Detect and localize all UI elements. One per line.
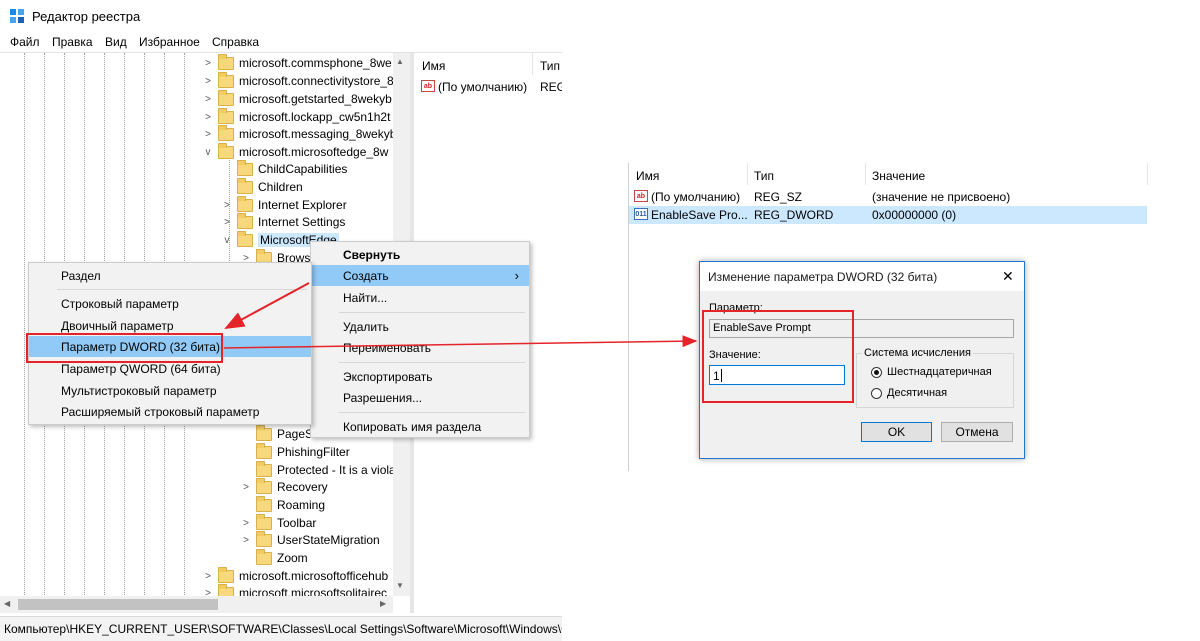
annotation-arrow-to-menu: [224, 282, 310, 329]
annotation-arrow-to-dialog: [223, 335, 698, 349]
annotation-arrows: [223, 282, 698, 349]
